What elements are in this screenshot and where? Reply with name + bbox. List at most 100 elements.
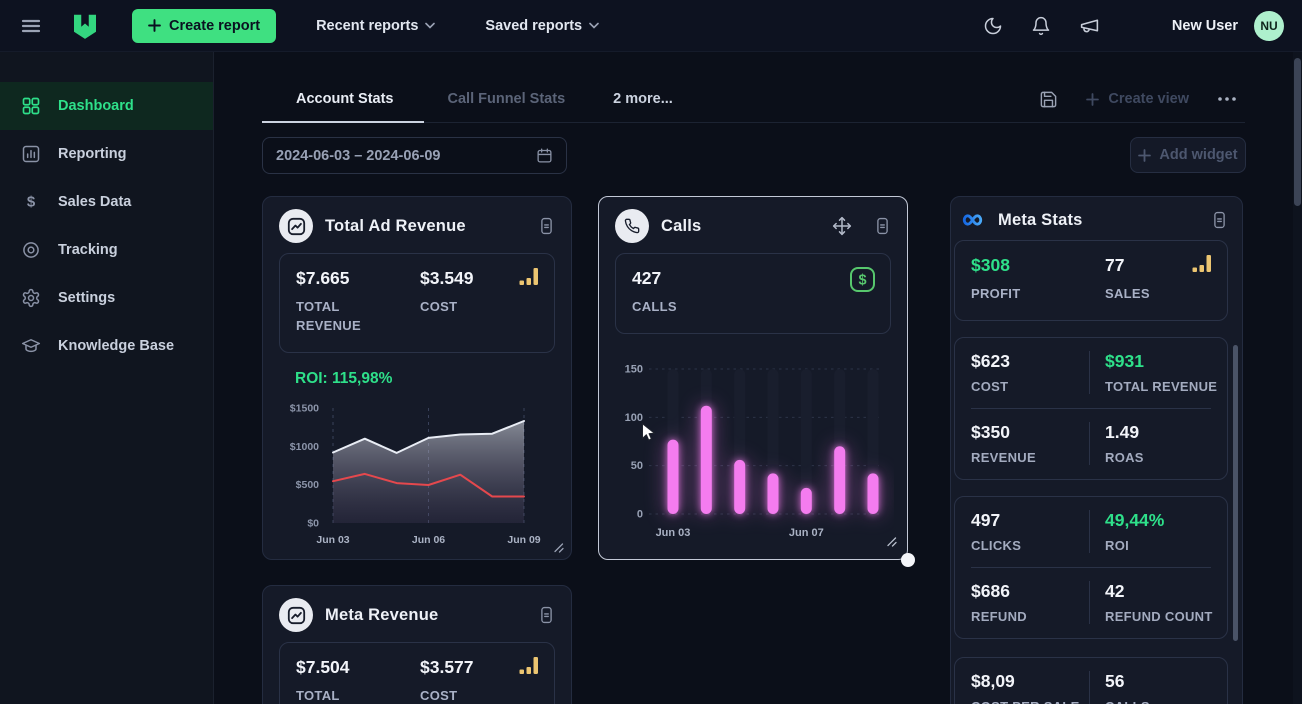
view-tabs: Account Stats Call Funnel Stats 2 more..… <box>262 76 1245 123</box>
stat-label: CALLS <box>632 298 677 317</box>
stats-group: $8,09 COST PER SALE 56 CALLS 77 $8,09 <box>954 657 1228 704</box>
svg-text:Jun 03: Jun 03 <box>656 527 691 539</box>
tab-account-stats[interactable]: Account Stats <box>262 76 424 123</box>
stats-group: 497 CLICKS 49,44% ROI $686 REFUND 42 REF… <box>954 496 1228 639</box>
stats-row: 497 CLICKS 49,44% ROI <box>971 497 1211 567</box>
dollar-badge-icon[interactable]: $ <box>849 266 876 293</box>
sidebar: Dashboard Reporting $ Sales Data Trackin… <box>0 52 214 704</box>
widget-title: Meta Stats <box>998 211 1083 230</box>
svg-text:Jun 09: Jun 09 <box>507 534 540 546</box>
saved-reports-menu[interactable]: Saved reports <box>485 18 599 34</box>
notifications-bell-icon[interactable] <box>1031 16 1051 36</box>
hamburger-icon[interactable] <box>20 15 42 37</box>
user-avatar[interactable]: NU <box>1254 11 1284 41</box>
sidebar-item-sales-data[interactable]: $ Sales Data <box>0 178 213 226</box>
svg-text:0: 0 <box>637 509 643 521</box>
stat-label: PROFIT <box>971 285 1105 304</box>
tab-more[interactable]: 2 more... <box>589 76 697 123</box>
brand-logo-icon[interactable] <box>70 11 100 41</box>
plus-icon <box>1086 93 1099 106</box>
dark-mode-moon-icon[interactable] <box>983 16 1003 36</box>
stats-row: $623 COST $931 TOTAL REVENUE <box>971 338 1211 408</box>
user-name: New User <box>1172 18 1238 34</box>
sidebar-item-tracking[interactable]: Tracking <box>0 226 213 274</box>
date-range-input[interactable]: 2024-06-03 – 2024-06-09 <box>262 137 567 174</box>
svg-text:Jun 03: Jun 03 <box>316 534 349 546</box>
dollar-icon: $ <box>20 192 42 212</box>
svg-text:$0: $0 <box>307 518 319 530</box>
more-options-icon[interactable] <box>1217 96 1237 102</box>
create-view-button[interactable]: Create view <box>1086 91 1189 107</box>
stat-label: COST <box>420 687 538 704</box>
svg-text:Jun 06: Jun 06 <box>412 534 445 546</box>
mini-bars-icon <box>1192 254 1213 274</box>
stat-value: 427 <box>632 268 677 289</box>
grid-icon <box>20 96 42 116</box>
plus-icon <box>1138 149 1151 162</box>
svg-text:Jun 07: Jun 07 <box>789 527 824 539</box>
svg-text:$: $ <box>858 273 866 289</box>
widget-menu-icon[interactable] <box>874 216 891 236</box>
create-report-button[interactable]: Create report <box>132 9 276 43</box>
widget-menu-icon[interactable] <box>538 605 555 625</box>
target-icon <box>20 240 42 260</box>
stats-box: $308 PROFIT 77 SALES <box>954 240 1228 321</box>
svg-text:$500: $500 <box>296 479 320 491</box>
stats-box: $7.504 TOTAL REVENUE $3.577 COST <box>279 642 555 704</box>
stats-group: $623 COST $931 TOTAL REVENUE $350 REVENU… <box>954 337 1228 480</box>
widget-title: Meta Revenue <box>325 606 438 625</box>
sidebar-item-dashboard[interactable]: Dashboard <box>0 82 213 130</box>
sidebar-item-knowledge-base[interactable]: Knowledge Base <box>0 322 213 370</box>
stat-value: $7.504 <box>296 657 420 678</box>
widget-menu-icon[interactable] <box>1211 210 1228 230</box>
widget-scrollbar-thumb[interactable] <box>1233 345 1238 641</box>
plus-icon <box>148 19 161 32</box>
stat-label: TOTAL REVENUE <box>296 298 388 336</box>
widget-title: Calls <box>661 217 701 236</box>
calls-bar-chart: 0 50 100 150 Jun 03 Jun 07 <box>609 349 894 549</box>
widget-calls: Calls 427 CALLS $ 0 50 100 150 Jun 03 Jun 07 <box>598 196 908 560</box>
stat-value: $7.665 <box>296 268 420 289</box>
add-widget-button[interactable]: Add widget <box>1130 137 1246 173</box>
chevron-down-icon <box>425 22 435 29</box>
widget-meta-revenue: Meta Revenue $7.504 TOTAL REVENUE $3.577… <box>262 585 572 704</box>
graduation-cap-icon <box>20 336 42 356</box>
save-view-icon[interactable] <box>1039 90 1058 109</box>
tab-call-funnel-stats[interactable]: Call Funnel Stats <box>424 76 590 123</box>
stats-box: 427 CALLS $ <box>615 253 891 334</box>
sidebar-item-settings[interactable]: Settings <box>0 274 213 322</box>
resize-handle-icon[interactable] <box>885 535 897 547</box>
chevron-down-icon <box>589 22 599 29</box>
roi-value: ROI: 115,98% <box>295 370 555 388</box>
stat-label: TOTAL REVENUE <box>296 687 388 704</box>
resize-handle-icon[interactable] <box>552 541 564 553</box>
widget-meta-stats: Meta Stats $308 PROFIT 77 SALES $623 COS… <box>950 196 1243 704</box>
announcements-megaphone-icon[interactable] <box>1079 15 1100 36</box>
svg-text:$1500: $1500 <box>290 403 319 415</box>
stats-box: $7.665 TOTAL REVENUE $3.549 COST <box>279 253 555 353</box>
calendar-icon <box>536 147 553 164</box>
svg-text:$: $ <box>27 194 36 211</box>
mini-bars-icon <box>519 267 540 287</box>
svg-text:50: 50 <box>631 460 643 472</box>
svg-text:100: 100 <box>625 412 643 424</box>
stats-row: $8,09 COST PER SALE 56 CALLS <box>971 658 1211 704</box>
revenue-area-chart: $0$500$1000$1500Jun 03Jun 06Jun 09 <box>273 395 559 547</box>
create-report-label: Create report <box>169 18 260 34</box>
stat-value: $308 <box>971 255 1105 276</box>
stats-row: $350 REVENUE 1.49 ROAS <box>971 408 1211 479</box>
stats-row: $686 REFUND 42 REFUND COUNT <box>971 567 1211 638</box>
widget-total-ad-revenue: Total Ad Revenue $7.665 TOTAL REVENUE $3… <box>262 196 572 560</box>
stat-label: SALES <box>1105 285 1211 304</box>
page-scrollbar-thumb[interactable] <box>1294 58 1301 206</box>
resize-corner-handle[interactable] <box>901 553 915 567</box>
widget-title: Total Ad Revenue <box>325 217 466 236</box>
phone-icon <box>615 209 649 243</box>
widget-menu-icon[interactable] <box>538 216 555 236</box>
gear-icon <box>20 288 42 308</box>
sidebar-item-reporting[interactable]: Reporting <box>0 130 213 178</box>
recent-reports-menu[interactable]: Recent reports <box>316 18 435 34</box>
move-icon[interactable] <box>832 216 852 236</box>
line-chart-icon <box>279 209 313 243</box>
svg-text:150: 150 <box>625 364 643 376</box>
